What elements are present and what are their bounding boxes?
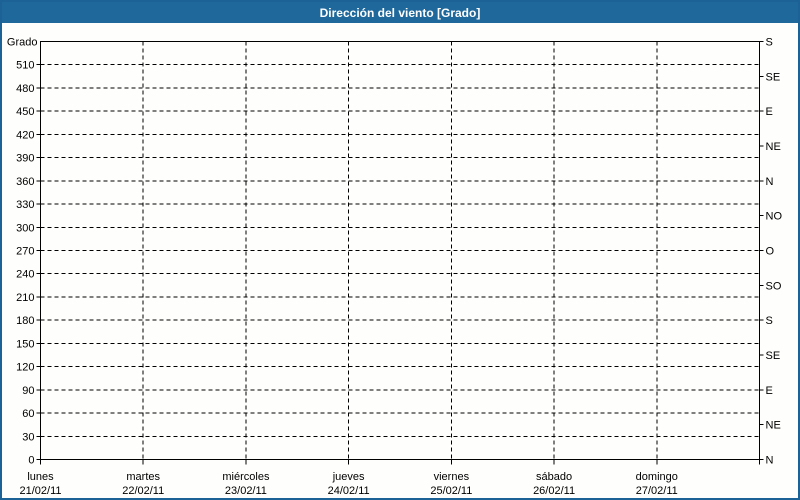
chart-title-bar: Dirección del viento [Grado]: [2, 2, 798, 23]
svg-text:lunes: lunes: [27, 471, 54, 483]
svg-text:SE: SE: [766, 71, 781, 83]
svg-text:240: 240: [16, 269, 34, 281]
svg-text:120: 120: [16, 362, 34, 374]
svg-text:miércoles: miércoles: [222, 471, 270, 483]
svg-text:N: N: [766, 455, 774, 467]
svg-text:21/02/11: 21/02/11: [19, 485, 61, 497]
svg-text:domingo: domingo: [636, 471, 678, 483]
svg-text:N: N: [766, 176, 774, 188]
svg-text:270: 270: [16, 246, 34, 258]
svg-text:24/02/11: 24/02/11: [328, 485, 370, 497]
svg-text:sábado: sábado: [536, 471, 572, 483]
svg-text:360: 360: [16, 176, 34, 188]
svg-text:viernes: viernes: [434, 471, 470, 483]
svg-text:NE: NE: [766, 141, 781, 153]
svg-text:210: 210: [16, 292, 34, 304]
wind-direction-chart-window: Dirección del viento [Grado] 510 480 450 42…: [0, 0, 800, 500]
svg-text:SO: SO: [766, 280, 782, 292]
svg-text:O: O: [766, 246, 775, 258]
svg-text:Grado: Grado: [7, 37, 38, 49]
chart-title: Dirección del viento [Grado]: [320, 6, 481, 20]
svg-text:22/02/11: 22/02/11: [122, 485, 164, 497]
svg-text:480: 480: [16, 83, 34, 95]
chart-plot-area: 5104804504203903603303002702402101801501…: [2, 23, 798, 498]
svg-text:450: 450: [16, 106, 34, 118]
svg-text:E: E: [766, 106, 773, 118]
svg-text:30: 30: [22, 431, 34, 443]
svg-text:E: E: [766, 385, 773, 397]
svg-text:420: 420: [16, 129, 34, 141]
svg-text:S: S: [766, 37, 773, 49]
svg-text:300: 300: [16, 222, 34, 234]
wind-direction-chart: 5104804504203903603303002702402101801501…: [2, 23, 798, 498]
svg-text:25/02/11: 25/02/11: [430, 485, 472, 497]
svg-text:23/02/11: 23/02/11: [225, 485, 267, 497]
svg-text:26/02/11: 26/02/11: [533, 485, 575, 497]
svg-text:510: 510: [16, 60, 34, 72]
svg-text:180: 180: [16, 315, 34, 327]
svg-text:martes: martes: [126, 471, 160, 483]
svg-text:330: 330: [16, 199, 34, 211]
svg-text:NO: NO: [766, 211, 783, 223]
svg-text:390: 390: [16, 153, 34, 165]
svg-text:NE: NE: [766, 420, 781, 432]
svg-text:27/02/11: 27/02/11: [636, 485, 678, 497]
svg-text:S: S: [766, 315, 773, 327]
svg-text:90: 90: [22, 385, 34, 397]
svg-text:0: 0: [28, 455, 34, 467]
svg-text:jueves: jueves: [332, 471, 365, 483]
svg-text:150: 150: [16, 338, 34, 350]
svg-text:60: 60: [22, 408, 34, 420]
svg-text:SE: SE: [766, 350, 781, 362]
